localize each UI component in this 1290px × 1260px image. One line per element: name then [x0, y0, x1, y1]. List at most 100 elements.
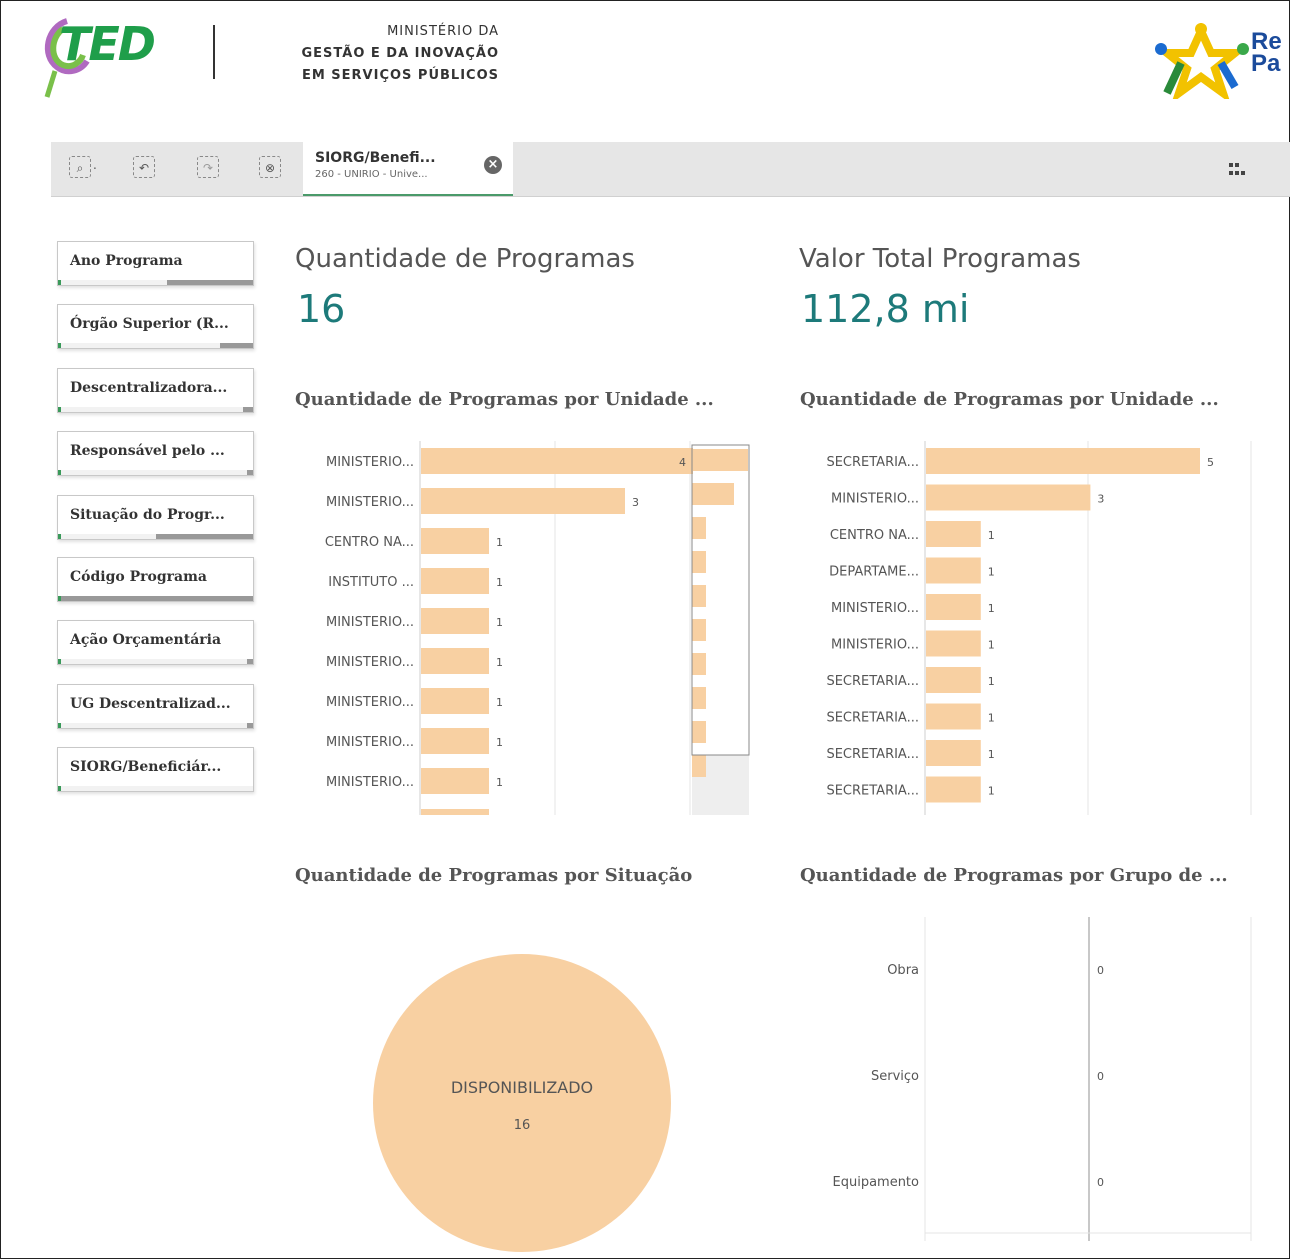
filter-selected-indicator — [58, 596, 61, 601]
filter-pane[interactable]: Ação Orçamentária — [57, 620, 254, 665]
smart-search-icon[interactable]: ⌕ — [69, 156, 91, 178]
government-logo: Re Pa — [1151, 21, 1290, 104]
category-label: MINISTERIO... — [326, 735, 414, 750]
chart-title-unit-2: Quantidade de Programas por Unidade ... — [800, 389, 1219, 410]
current-selection-chip[interactable]: SIORG/Benefi... 260 - UNIRIO - Unive... … — [303, 142, 513, 196]
bar — [421, 488, 625, 514]
filter-selection-bar-fill — [247, 723, 253, 728]
category-label: MINISTERIO... — [326, 775, 414, 790]
bar — [421, 528, 489, 554]
category-label: MINISTERIO... — [831, 601, 919, 616]
bar-chart-unit-2[interactable]: SECRETARIA... 5 MINISTERIO... 3 CENTRO NA...… — [799, 437, 1261, 815]
scrollbar-mini-bar — [692, 517, 706, 539]
filter-pane[interactable]: SIORG/Beneficiár... — [57, 747, 254, 792]
data-label: 1 — [988, 529, 995, 542]
filter-selected-indicator — [58, 534, 61, 539]
filter-pane[interactable]: Ano Programa — [57, 241, 254, 286]
filter-pane[interactable]: Código Programa — [57, 557, 254, 602]
gov-text-line-2: Pa — [1251, 50, 1281, 77]
scrollbar-mini-bar — [692, 551, 706, 573]
filter-pane[interactable]: Situação do Progr... — [57, 495, 254, 540]
filter-pane[interactable]: Descentralizadora... — [57, 368, 254, 413]
filter-selection-bar — [58, 786, 253, 791]
scrollbar-mini-bar — [692, 585, 706, 607]
kpi-total-value-title: Valor Total Programas — [799, 244, 1081, 274]
bar — [421, 809, 489, 815]
bar — [926, 703, 981, 730]
data-label: 1 — [988, 566, 995, 579]
category-label: MINISTERIO... — [831, 492, 919, 507]
bar-chart-group[interactable]: Obra 0 Serviço 0 Equipamento 0 — [799, 911, 1261, 1251]
header-separator — [213, 25, 215, 79]
chart-title-group: Quantidade de Programas por Grupo de ... — [800, 865, 1228, 886]
bar-chart-unit-1[interactable]: MINISTERIO... 4 MINISTERIO... 3 CENTRO NA...… — [295, 437, 757, 815]
category-label: MINISTERIO... — [326, 615, 414, 630]
filter-pane-label: UG Descentralizad... — [70, 696, 231, 712]
category-label: SECRETARIA... — [826, 455, 919, 470]
category-label: MINISTERIO... — [326, 655, 414, 670]
scrollbar-mini-bar — [692, 619, 706, 641]
scrollbar-mini-bar — [692, 755, 706, 777]
slice-label: DISPONIBILIZADO — [451, 1078, 593, 1097]
bar — [926, 448, 1200, 474]
chart-title-situation: Quantidade de Programas por Situação — [295, 865, 693, 886]
kpi-quantity-value: 16 — [297, 287, 346, 331]
step-forward-icon[interactable]: ↷ — [197, 156, 219, 178]
bar — [926, 740, 981, 766]
category-label: SECRETARIA... — [826, 711, 919, 726]
scrollbar-mini-bar — [692, 687, 706, 709]
data-label: 0 — [1097, 964, 1104, 977]
selections-toolbar: ⌕ . ↶ ↷ ⊗ — [51, 142, 1290, 197]
category-label: SECRETARIA... — [826, 674, 919, 689]
category-label: Obra — [887, 963, 919, 978]
data-label: 3 — [632, 496, 639, 509]
filter-pane-label: SIORG/Beneficiár... — [70, 759, 222, 775]
bar — [926, 484, 1091, 511]
filter-selection-bar-fill — [219, 343, 253, 348]
scrollbar-mini-bar — [692, 721, 706, 743]
category-label: Equipamento — [833, 1175, 920, 1190]
category-label: Serviço — [871, 1069, 919, 1084]
filter-pane[interactable]: Responsável pelo ... — [57, 431, 254, 476]
category-label: INSTITUTO ... — [328, 575, 414, 590]
clear-selections-icon[interactable]: ⊗ — [259, 156, 281, 178]
bar — [926, 521, 981, 547]
bar — [421, 768, 489, 794]
smart-search-dropdown-icon[interactable]: . — [93, 158, 97, 172]
selection-field-name: SIORG/Benefi... — [315, 150, 436, 166]
category-label: MINISTERIO... — [326, 495, 414, 510]
filter-pane-label: Ano Programa — [70, 253, 183, 269]
ted-logo: TED — [37, 15, 177, 101]
data-label: 1 — [496, 576, 503, 589]
data-label: 0 — [1097, 1070, 1104, 1083]
filter-selected-indicator — [58, 343, 61, 348]
step-back-icon[interactable]: ↶ — [133, 156, 155, 178]
filter-selected-indicator — [58, 407, 61, 412]
filter-selection-bar-fill — [247, 659, 253, 664]
ted-logo-text: TED — [59, 17, 156, 71]
filter-pane[interactable]: UG Descentralizad... — [57, 684, 254, 729]
filter-selected-indicator — [58, 723, 61, 728]
category-label: MINISTERIO... — [326, 455, 414, 470]
pie-chart-situation[interactable]: DISPONIBILIZADO 16 — [295, 901, 757, 1260]
data-label: 1 — [496, 736, 503, 749]
filter-selection-bar-fill — [155, 534, 253, 539]
bar — [421, 448, 693, 474]
ministry-line-2: GESTÃO E DA INOVAÇÃO — [301, 46, 499, 61]
grid-icon[interactable] — [1229, 161, 1249, 181]
data-label: 4 — [679, 456, 686, 469]
data-label: 5 — [1207, 456, 1214, 469]
filter-selection-bar-fill — [243, 407, 253, 412]
bar — [421, 568, 489, 594]
data-label: 3 — [1097, 493, 1104, 506]
data-label: 1 — [988, 602, 995, 615]
filter-selection-bar — [58, 470, 253, 475]
filter-selection-bar-fill — [167, 280, 253, 285]
data-label: 1 — [496, 776, 503, 789]
data-label: 1 — [988, 785, 995, 798]
filter-pane[interactable]: Órgão Superior (R... — [57, 304, 254, 349]
close-icon[interactable]: × — [484, 156, 502, 174]
people-star-icon — [1155, 21, 1249, 104]
data-label: 1 — [496, 616, 503, 629]
filter-pane-label: Descentralizadora... — [70, 380, 228, 396]
